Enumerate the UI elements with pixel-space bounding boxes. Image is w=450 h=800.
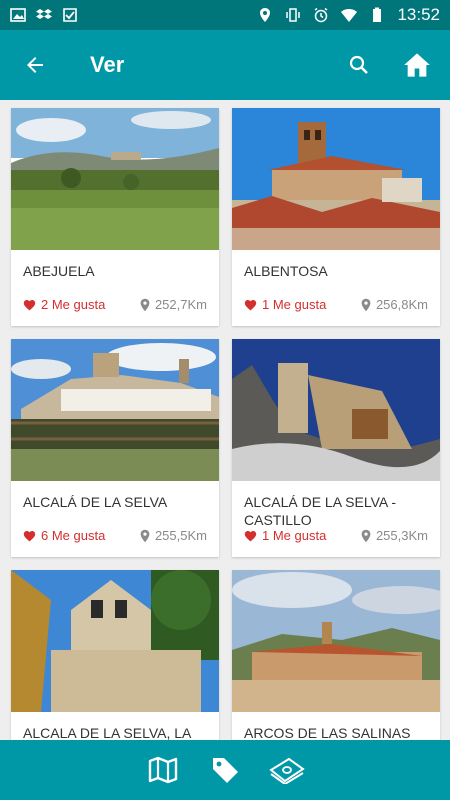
distance: 255,5Km: [140, 528, 207, 543]
search-button[interactable]: [330, 30, 388, 100]
back-button[interactable]: [0, 30, 70, 100]
place-card[interactable]: ALBENTOSA 1 Me gusta 256,8Km: [232, 108, 440, 326]
place-name: ALCALÁ DE LA SELVA: [23, 494, 168, 510]
distance-label: 255,3Km: [375, 528, 428, 543]
clock: 13:52: [397, 5, 440, 24]
distance-label: 252,7Km: [154, 297, 207, 312]
likes-label: 1 Me gusta: [262, 297, 327, 312]
location-pin-icon: [361, 529, 371, 542]
tag-icon: [213, 758, 238, 783]
tag-button[interactable]: [206, 751, 244, 789]
distance: 256,8Km: [361, 297, 428, 312]
app-bar: Ver: [0, 30, 450, 100]
place-card[interactable]: ARCOS DE LAS SALINAS: [232, 570, 440, 740]
place-card[interactable]: ALCALÁ DE LA SELVA - CASTILLO 1 Me gusta…: [232, 339, 440, 557]
hilltop-village-photo: [11, 339, 219, 481]
likes-label: 6 Me gusta: [41, 528, 106, 543]
church-tower-photo: [232, 108, 440, 250]
wifi-icon: [341, 9, 358, 22]
dropbox-icon: [36, 9, 52, 19]
location-pin-icon: [140, 529, 150, 542]
vibrate-icon: [286, 8, 301, 22]
distance-label: 256,8Km: [375, 297, 428, 312]
places-grid: ABEJUELA 2 Me gusta 252,7Km ALBENTOSA 1 …: [0, 100, 450, 740]
location-icon: [260, 8, 271, 22]
card-meta: 2 Me gusta 252,7Km: [11, 297, 219, 312]
countryside-village-photo: [11, 108, 219, 250]
distance-label: 255,5Km: [154, 528, 207, 543]
heart-icon: [244, 530, 257, 541]
home-icon: [404, 53, 430, 77]
place-name: ARCOS DE LAS SALINAS: [244, 725, 411, 740]
arrow-back-icon: [27, 57, 43, 73]
card-meta: 1 Me gusta 255,3Km: [232, 528, 440, 543]
check-flag-icon: [63, 8, 77, 22]
place-name: ALBENTOSA: [244, 263, 328, 279]
card-meta: 1 Me gusta 256,8Km: [232, 297, 440, 312]
castle-rock-photo: [232, 339, 440, 481]
map-button[interactable]: [144, 751, 182, 789]
place-card[interactable]: ALCALÁ DE LA SELVA 6 Me gusta 255,5Km: [11, 339, 219, 557]
card-meta: 6 Me gusta 255,5Km: [11, 528, 219, 543]
heart-icon: [23, 530, 36, 541]
page-title: Ver: [90, 52, 125, 77]
likes-count[interactable]: 6 Me gusta: [23, 528, 105, 543]
mountain-town-photo: [232, 570, 440, 712]
likes-count[interactable]: 2 Me gusta: [23, 297, 105, 312]
location-pin-icon: [140, 298, 150, 311]
gallery-icon: [10, 8, 26, 22]
distance: 252,7Km: [140, 297, 207, 312]
bottom-nav: [0, 740, 450, 800]
likes-count[interactable]: 1 Me gusta: [244, 297, 326, 312]
distance: 255,3Km: [361, 528, 428, 543]
home-button[interactable]: [388, 30, 446, 100]
search-icon: [349, 55, 368, 74]
heart-icon: [244, 299, 257, 310]
place-name: ABEJUELA: [23, 263, 95, 279]
place-card[interactable]: ABEJUELA 2 Me gusta 252,7Km: [11, 108, 219, 326]
place-card[interactable]: ALCALA DE LA SELVA, LA: [11, 570, 219, 740]
place-name: ALCALA DE LA SELVA, LA: [23, 725, 192, 740]
alarm-icon: [315, 7, 328, 23]
location-pin-icon: [361, 298, 371, 311]
likes-count[interactable]: 1 Me gusta: [244, 528, 326, 543]
banknotes-icon: [269, 757, 305, 784]
likes-label: 1 Me gusta: [262, 528, 327, 543]
map-icon: [148, 756, 178, 784]
likes-label: 2 Me gusta: [41, 297, 106, 312]
money-button[interactable]: [268, 751, 306, 789]
battery-icon: [373, 7, 382, 22]
chapel-bells-photo: [11, 570, 219, 712]
status-bar: 13:52: [0, 0, 450, 30]
heart-icon: [23, 299, 36, 310]
place-name: ALCALÁ DE LA SELVA - CASTILLO: [244, 494, 397, 528]
